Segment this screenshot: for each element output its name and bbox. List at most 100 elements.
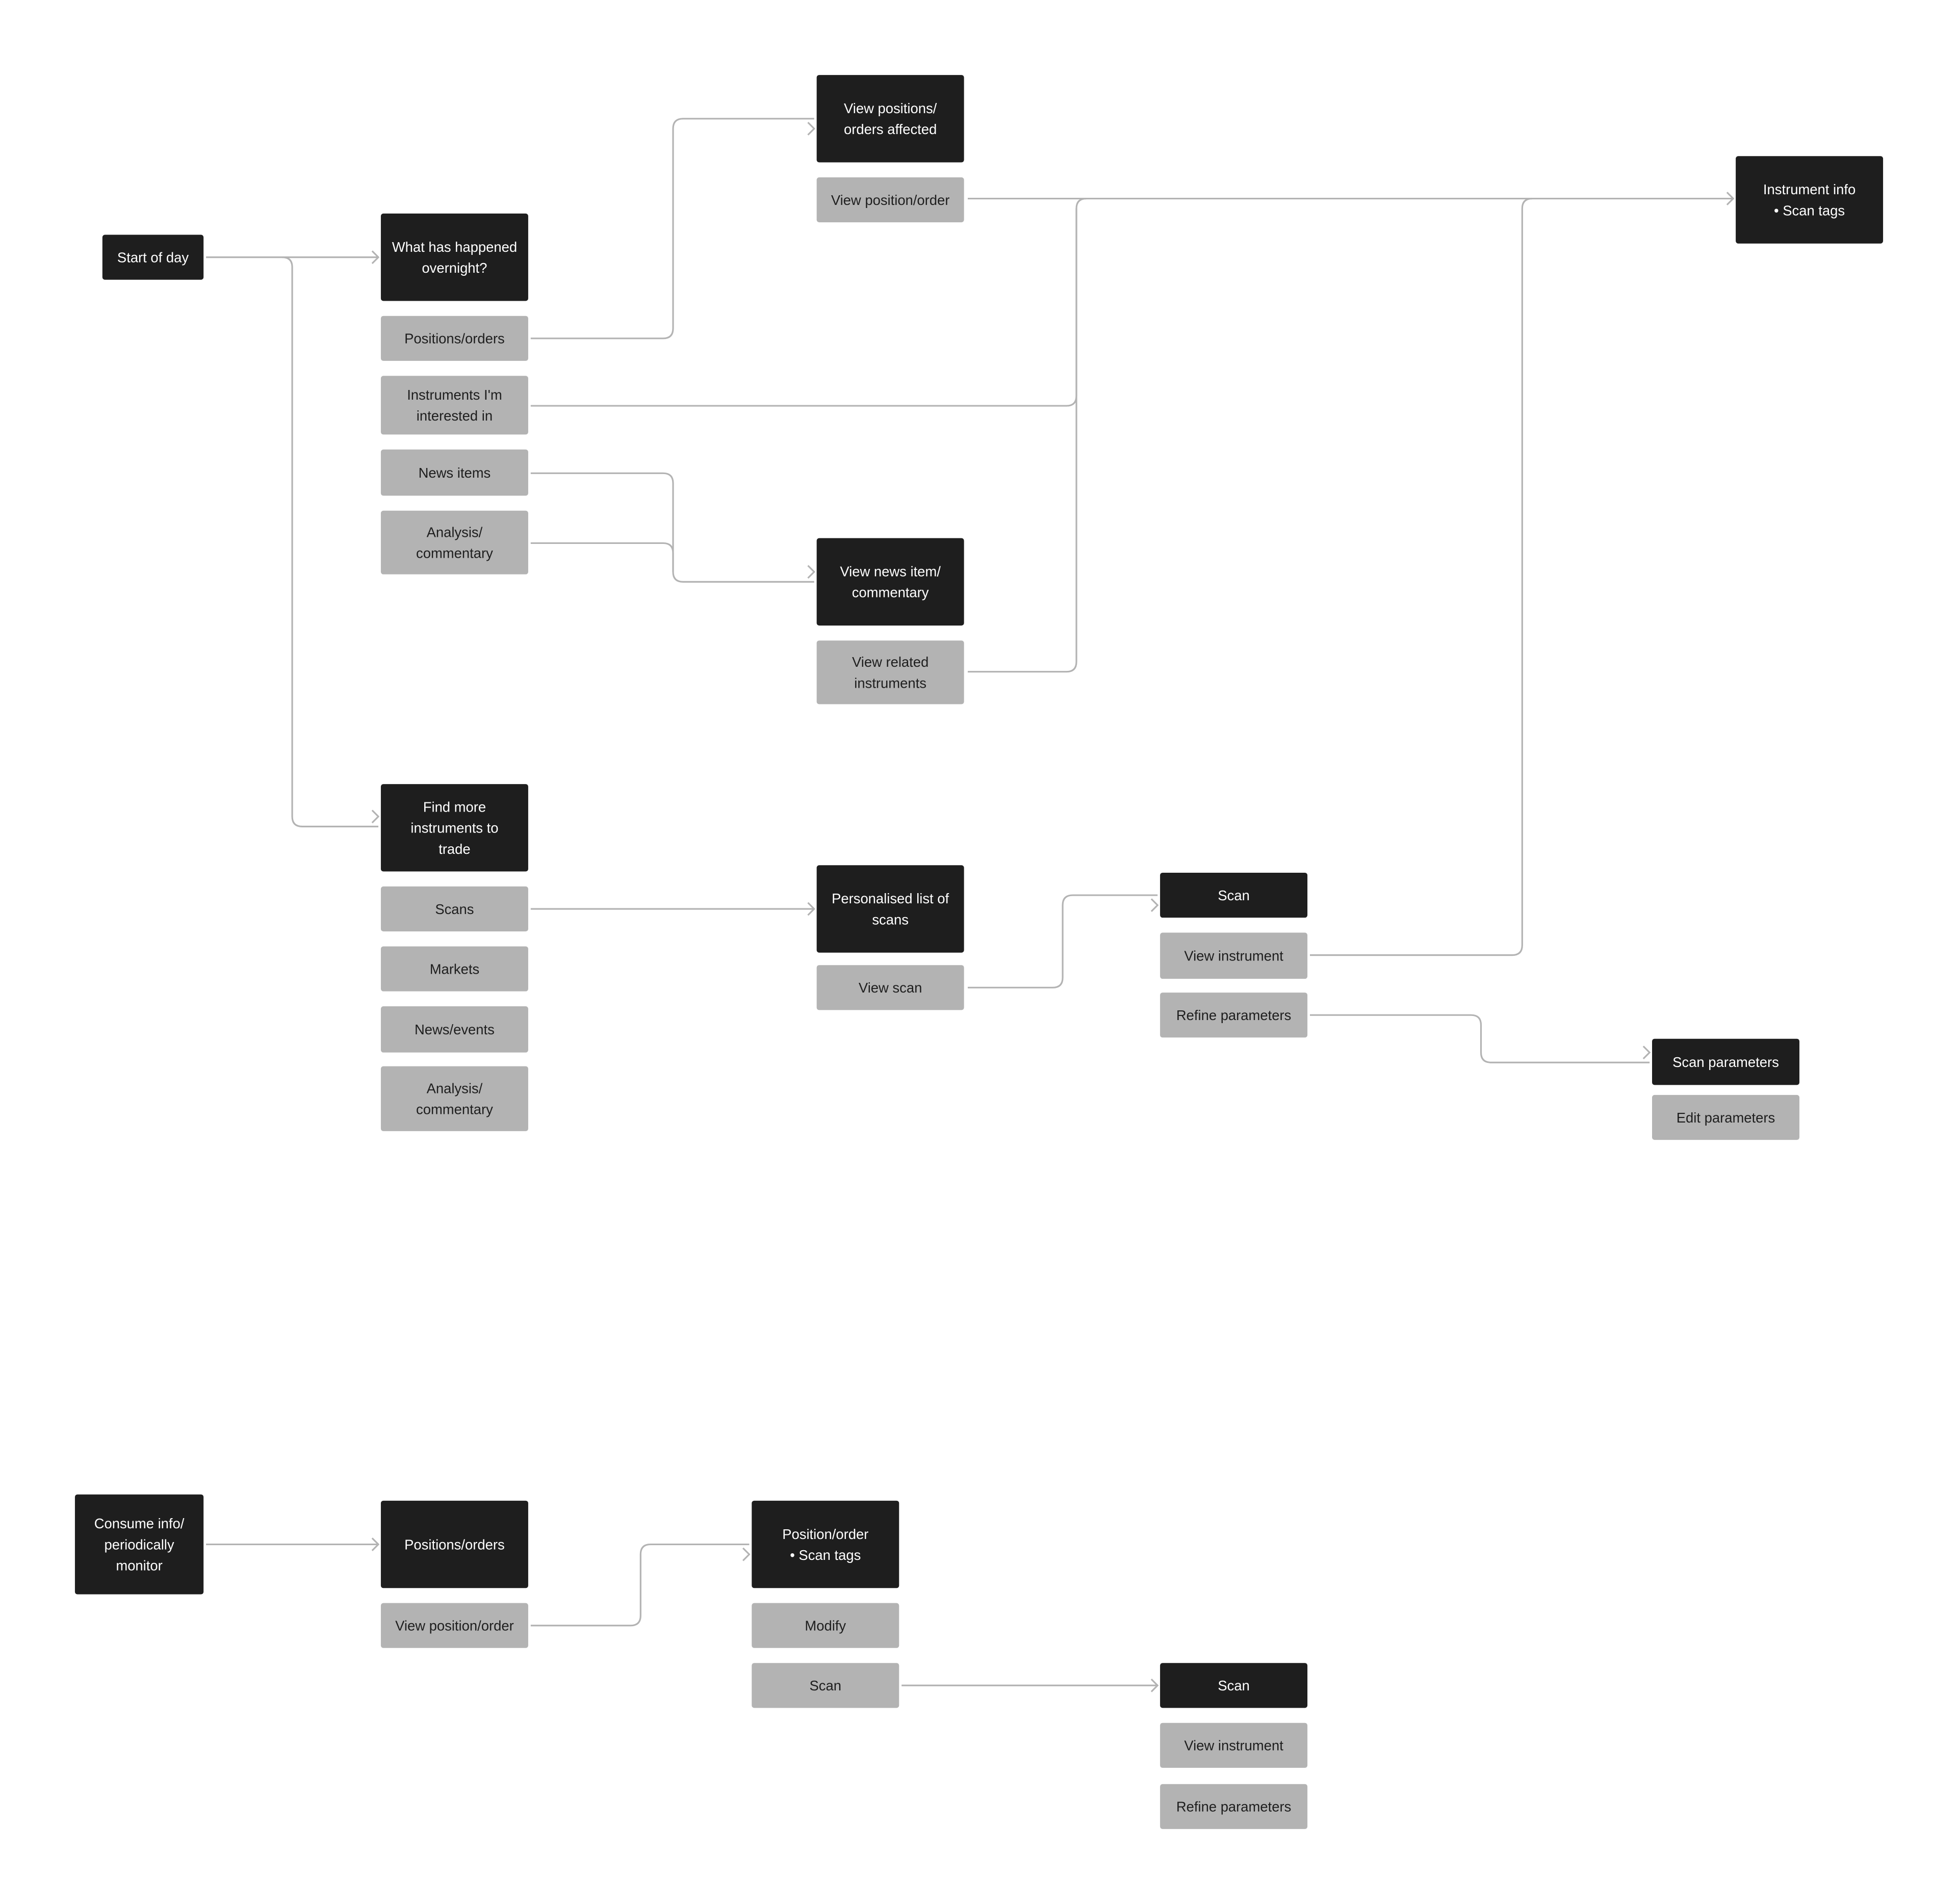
node-label: View positions/ [844,100,937,116]
node-label: Scan [1218,888,1249,903]
node-label: Markets [430,961,479,977]
node-box [816,75,964,163]
node-view-related[interactable]: View related instruments [816,640,964,705]
node-label: Edit parameters [1677,1110,1775,1126]
node-label: • Scan tags [790,1547,861,1563]
node-modify[interactable]: Modify [752,1603,899,1648]
node-markets[interactable]: Markets [380,946,528,992]
node-label: Scan [810,1678,841,1693]
node-refine-1[interactable]: Refine parameters [1160,993,1308,1038]
node-label: Find more [423,799,486,815]
node-label: interested in [417,408,493,424]
flow-diagram: Start of day What has happened overnight? P… [74,75,1884,1829]
node-label: Scan [1218,1678,1249,1693]
node-box [816,865,964,953]
node-analysis-1[interactable]: Analysis/commentary [380,510,528,575]
node-label: instruments to [410,820,498,836]
arrowhead-icon [742,1547,751,1561]
node-label: commentary [852,585,929,601]
node-label: trade [439,841,470,857]
node-label: View scan [859,980,922,996]
node-label: Consume info/ [94,1516,185,1531]
node-label: Instruments I'm [407,387,502,403]
connector-positions_orders-to-view_positions_affected [530,118,814,340]
node-label: monitor [116,1557,162,1573]
arrowhead-icon [1642,1046,1651,1060]
node-label: View related [852,654,929,670]
node-label: Position/order [782,1526,868,1542]
node-box [752,1500,899,1588]
node-analysis-2[interactable]: Analysis/commentary [380,1066,528,1131]
node-label: Scan parameters [1672,1054,1779,1070]
node-positions-orders-2[interactable]: Positions/orders [380,1500,528,1588]
node-box [380,376,528,435]
arrowhead-icon [807,565,815,579]
arrowhead-icon [807,122,815,136]
connector-analysis_1-to-view_news_item [530,542,674,572]
node-news-items[interactable]: News items [380,449,528,496]
arrowhead-icon [1150,898,1159,912]
node-label: scans [872,911,909,927]
node-label: News items [419,465,491,481]
node-box [816,640,964,705]
node-view-instrument-1[interactable]: View instrument [1160,932,1308,979]
node-scans[interactable]: Scans [380,886,528,932]
node-label: Refine parameters [1176,1007,1291,1023]
connector-view_instrument_1-to-instrument_info [1309,197,1532,956]
node-label: Scans [435,901,474,917]
node-label: View position/order [831,192,950,208]
node-label: overnight? [422,260,487,276]
connector-view_position_order_2-to-position_order_tags [530,1543,750,1627]
node-label: Start of day [117,249,189,265]
node-label: What has happened [392,239,517,255]
node-label: Personalised list of [832,891,949,906]
node-refine-2[interactable]: Refine parameters [1160,1784,1308,1829]
node-label: View instrument [1184,948,1283,964]
node-label: News/events [415,1022,495,1037]
node-positions-orders[interactable]: Positions/orders [380,316,528,361]
node-instruments-interested[interactable]: Instruments I'm interested in [380,376,528,435]
node-label: Modify [805,1618,846,1634]
node-label: View position/order [395,1618,514,1634]
node-label: View instrument [1184,1738,1283,1754]
node-instrument-info[interactable]: Instrument info • Scan tags [1736,156,1884,244]
node-scan-2[interactable]: Scan [752,1663,899,1708]
node-box [380,510,528,575]
node-position-order-tags[interactable]: Position/order • Scan tags [752,1500,899,1588]
node-label: Refine parameters [1176,1799,1291,1815]
node-edit-parameters[interactable]: Edit parameters [1652,1094,1799,1140]
node-box [816,538,964,626]
node-view-scan[interactable]: View scan [816,965,964,1010]
node-consume-info[interactable]: Consume info/periodically monitor [74,1494,204,1595]
node-label: orders affected [844,121,937,137]
node-view-news-item[interactable]: View news item/commentary [816,538,964,626]
node-find-more[interactable]: Find more instruments to trade [380,784,528,872]
node-view-instrument-2[interactable]: View instrument [1160,1723,1308,1768]
node-news-events[interactable]: News/events [380,1006,528,1053]
node-label: View news item/ [840,564,941,580]
node-personalised-scans[interactable]: Personalised list of scans [816,865,964,953]
connector-refine_1-to-scan_parameters [1309,1014,1650,1063]
connector-instruments_interested-to-instrument_info [530,197,1087,407]
node-label: Analysis/ [427,524,483,540]
node-label: Instrument info [1763,181,1856,197]
node-label: Positions/orders [404,331,505,347]
node-label: • Scan tags [1774,202,1845,218]
node-box [380,213,528,301]
node-label: instruments [854,675,926,691]
node-view-positions-affected[interactable]: View positions/orders affected [816,75,964,163]
connector-view_scan-to-scan_1 [967,894,1158,988]
node-start-of-day[interactable]: Start of day [102,234,204,280]
node-overnight[interactable]: What has happened overnight? [380,213,528,301]
node-view-position-order-2[interactable]: View position/order [380,1603,528,1648]
node-label: commentary [416,1102,493,1117]
node-box [1736,156,1884,244]
node-scan-1[interactable]: Scan [1160,872,1308,918]
node-box [380,1066,528,1131]
connector-view_related-to-instrument_info [967,208,1077,673]
arrowhead-icon [371,810,380,824]
node-scan-parameters[interactable]: Scan parameters [1652,1038,1799,1085]
node-view-position-order[interactable]: View position/order [816,177,964,223]
connector-start_of_day-to-find_more [282,256,379,827]
node-scan-3[interactable]: Scan [1160,1663,1308,1708]
